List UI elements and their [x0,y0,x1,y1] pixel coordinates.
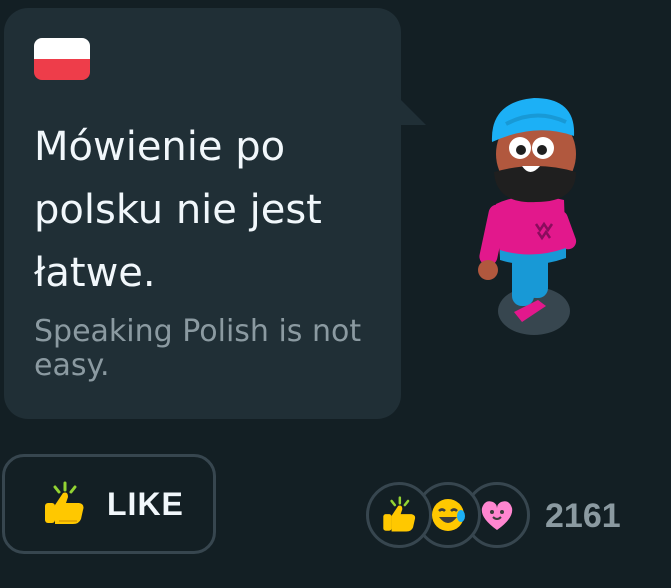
reaction-count: 2161 [545,497,621,535]
thumbs-up-icon [383,496,416,532]
thumbs-up-icon [45,481,84,524]
translation-text: Speaking Polish is not easy. [34,314,362,383]
heart-face-icon [481,501,513,530]
reaction-thumbs-up[interactable] [366,482,432,548]
like-button[interactable]: LIKE [2,454,216,554]
character-illustration [478,98,577,335]
speech-bubble: Mówienie po polsku nie jest łatwe. Speak… [4,8,401,419]
speech-bubble-tail [396,95,426,125]
poland-flag-icon [34,38,90,80]
like-button-label: LIKE [107,485,184,522]
message-text: Mówienie po polsku nie jest łatwe. [34,124,322,296]
reactions-group[interactable] [366,482,541,552]
laughing-face-icon [432,499,465,531]
